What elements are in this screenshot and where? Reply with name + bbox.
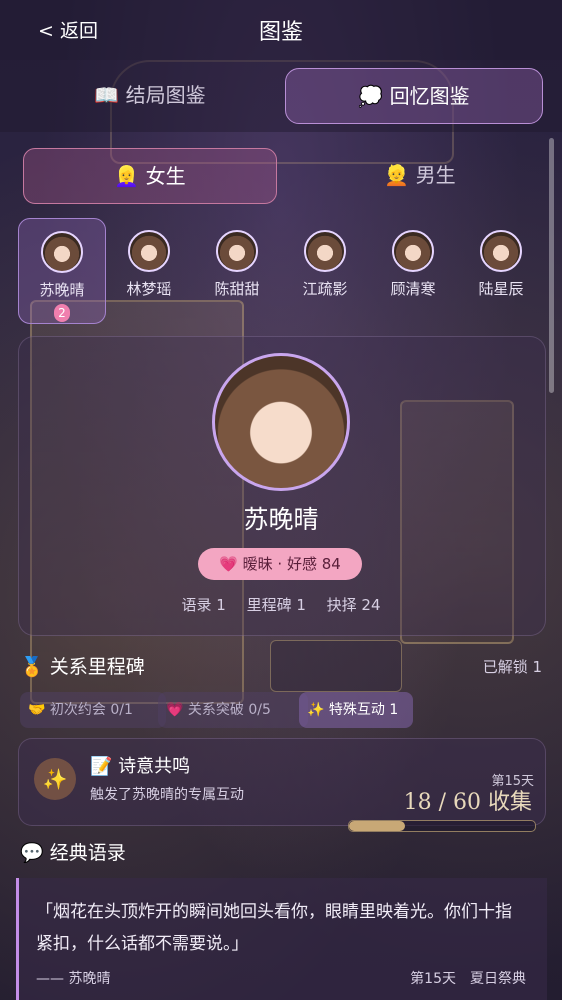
- scrollbar[interactable]: [549, 138, 554, 393]
- collection-progress-bar: [348, 820, 536, 832]
- character-item[interactable]: 江疏影: [282, 218, 368, 322]
- collection-count: 18 / 60 收集: [403, 790, 532, 815]
- character-item[interactable]: 陆星辰: [458, 218, 544, 322]
- background-plaque: [270, 640, 402, 692]
- tab-male[interactable]: 👱 男生: [300, 148, 540, 202]
- handshake-icon: 🤝: [28, 702, 46, 718]
- tab-female[interactable]: 👱‍♀️ 女生: [23, 148, 277, 204]
- event-title: 📝 诗意共鸣: [90, 756, 191, 777]
- chip-label: 初次约会 0/1: [49, 702, 133, 718]
- tab-memory-collection[interactable]: 💭 回忆图鉴: [285, 68, 543, 124]
- milestones-title: 🏅 关系里程碑: [20, 652, 145, 679]
- chip-relationship-breakthrough[interactable]: 💗 关系突破 0/5: [158, 692, 308, 728]
- male-icon: 👱: [384, 163, 410, 187]
- quote-meta: 第15天 夏日祭典: [410, 971, 526, 987]
- affinity-badge: 💗 暧昧 · 好感 84: [198, 548, 362, 580]
- main-tabs: 📖 结局图鉴 💭 回忆图鉴: [0, 60, 562, 132]
- avatar: [216, 230, 258, 272]
- section-label: 关系里程碑: [49, 656, 145, 678]
- stat-milestones: 里程碑 1: [246, 596, 306, 614]
- tab-label: 女生: [145, 164, 186, 188]
- character-name: 顾清寒: [390, 280, 436, 298]
- heart-icon: 💗: [166, 702, 184, 718]
- quote-text: 「烟花在头顶炸开的瞬间她回头看你，眼睛里映着光。你们十指紧扣，什么话都不需要说。…: [36, 902, 512, 954]
- avatar: [480, 230, 522, 272]
- tab-label: 回忆图鉴: [389, 84, 470, 108]
- unlocked-count: 已解锁 1: [482, 658, 542, 676]
- heart-icon: 💗: [219, 555, 238, 573]
- profile-stats: 语录 1 里程碑 1 抉择 24: [0, 594, 562, 615]
- avatar: [304, 230, 346, 272]
- character-name: 苏晚晴: [39, 281, 85, 299]
- affinity-text: 暧昧 · 好感 84: [242, 555, 341, 573]
- sparkles-icon: ✨: [307, 702, 325, 718]
- character-name: 陆星辰: [478, 280, 524, 298]
- tab-ending-collection[interactable]: 📖 结局图鉴: [20, 68, 280, 122]
- event-description: 触发了苏晚晴的专属互动: [90, 787, 244, 803]
- medal-icon: 🏅: [20, 656, 44, 678]
- chip-first-date[interactable]: 🤝 初次约会 0/1: [20, 692, 166, 728]
- chip-label: 关系突破 0/5: [187, 702, 271, 718]
- stat-choices: 抉择 24: [326, 596, 381, 614]
- top-bar: < 返回 图鉴: [0, 0, 562, 60]
- chip-special-interaction[interactable]: ✨ 特殊互动 1: [299, 692, 413, 728]
- character-item[interactable]: 林梦瑶: [106, 218, 192, 322]
- female-icon: 👱‍♀️: [114, 164, 140, 188]
- character-item[interactable]: 顾清寒: [370, 218, 456, 322]
- speech-bubble-icon: 💬: [20, 842, 44, 864]
- profile-name: 苏晚晴: [243, 505, 319, 534]
- quotes-title: 💬 经典语录: [20, 838, 126, 865]
- page-title: 图鉴: [258, 20, 303, 45]
- sparkles-icon: ✨: [34, 758, 76, 800]
- character-item[interactable]: 苏晚晴 2: [18, 218, 106, 324]
- character-name: 陈甜甜: [214, 280, 260, 298]
- chip-label: 特殊互动 1: [328, 702, 399, 718]
- progress-fill: [349, 821, 405, 831]
- tab-label: 男生: [415, 163, 456, 187]
- character-name: 林梦瑶: [126, 280, 172, 298]
- thought-bubble-icon: 💭: [358, 84, 384, 108]
- quote-author: —— 苏晚晴: [36, 971, 111, 987]
- book-icon: 📖: [94, 83, 120, 107]
- section-label: 经典语录: [49, 842, 126, 864]
- character-item[interactable]: 陈甜甜: [194, 218, 280, 322]
- avatar: [41, 231, 83, 273]
- stat-quotes: 语录 1: [181, 596, 226, 614]
- character-name: 江疏影: [302, 280, 348, 298]
- avatar: [392, 230, 434, 272]
- avatar: [128, 230, 170, 272]
- count-badge: 2: [54, 304, 70, 322]
- profile-avatar: [212, 353, 350, 491]
- tab-label: 结局图鉴: [125, 83, 206, 107]
